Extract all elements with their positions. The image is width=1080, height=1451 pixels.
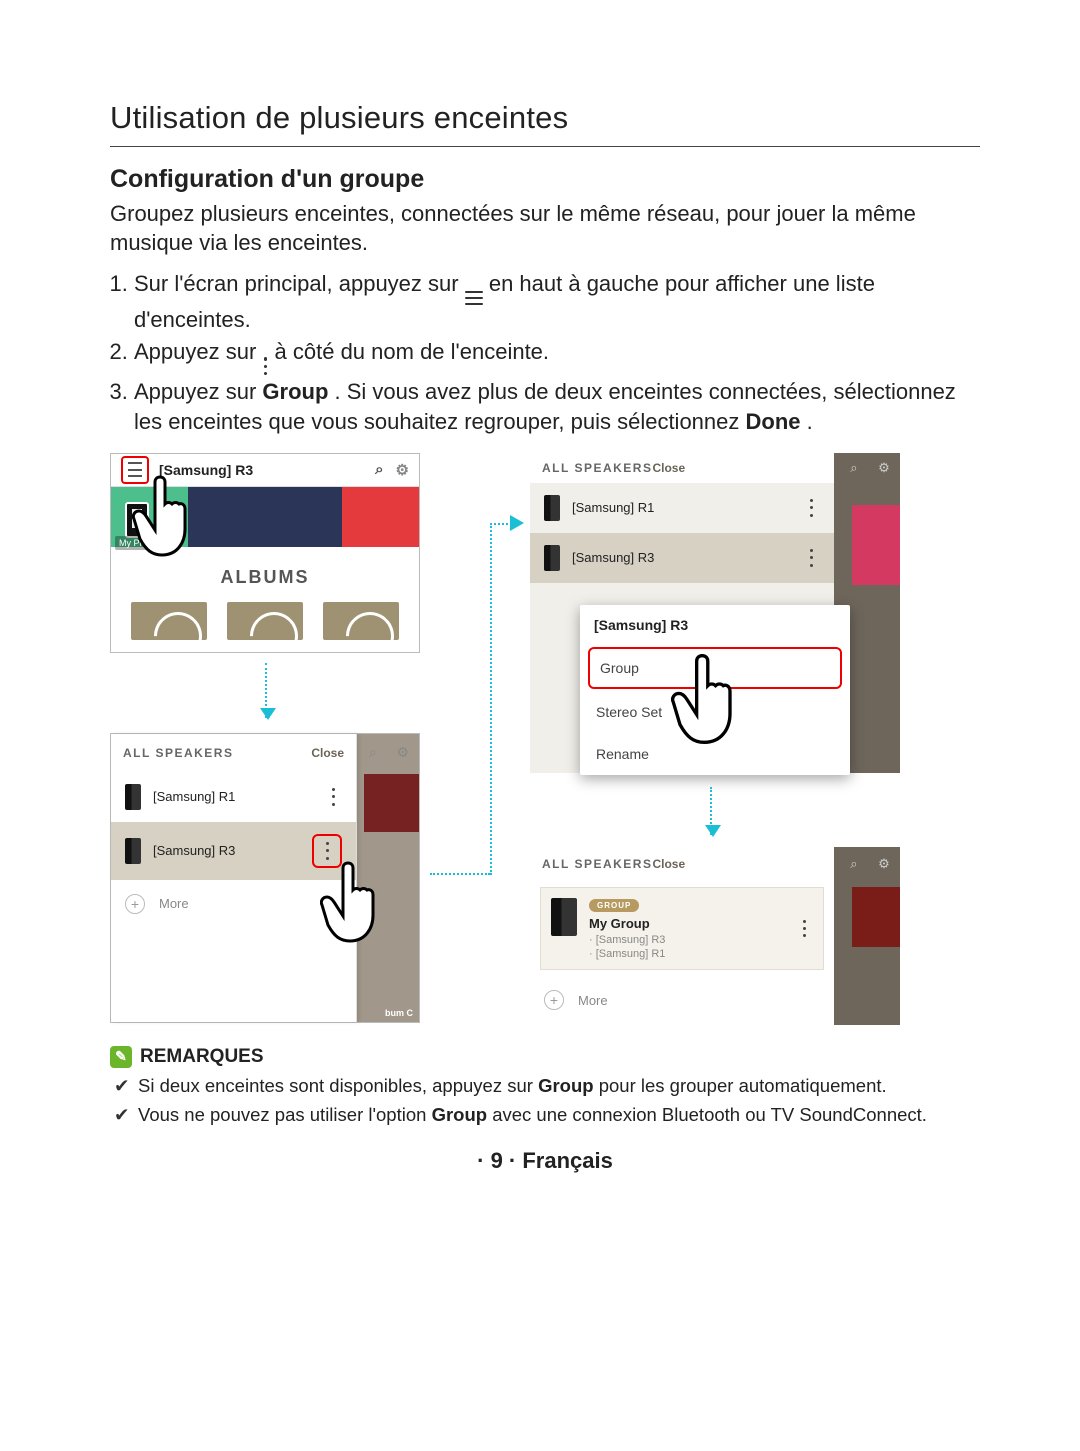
album-thumbnail[interactable] [227,602,303,640]
remark-2-bold: Group [432,1104,488,1125]
panel-speaker-list: ⌕ ⚙ bum C ALL SPEAKERS Close [Samsung] R… [110,733,420,1023]
popup-option-stereo[interactable]: Stereo Set [580,691,850,733]
arrow-connector [490,523,512,525]
speaker-name: [Samsung] R1 [572,500,790,515]
remark-2-a: Vous ne pouvez pas utiliser l'option [138,1104,432,1125]
close-link[interactable]: Close [311,746,344,760]
arrow-connector [490,523,492,875]
remark-2: Vous ne pouvez pas utiliser l'option Gro… [138,1103,980,1128]
panel-b-header: ALL SPEAKERS [123,746,233,760]
close-link[interactable]: Close [652,461,685,475]
hamburger-button[interactable] [121,456,149,484]
gear-icon[interactable]: ⚙ [397,744,410,761]
group-sub-1: · [Samsung] R3 [589,933,783,947]
arrow-down-icon [710,787,712,835]
speaker-row-r1[interactable]: [Samsung] R1 [530,483,834,533]
note-icon: ✎ [110,1046,132,1068]
group-badge: GROUP [589,899,639,912]
album-bg-label: bum C [385,1008,413,1018]
plus-icon: + [125,894,145,914]
group-title: My Group [589,916,783,931]
popup-option-rename[interactable]: Rename [580,733,850,775]
kebab-button[interactable] [795,918,813,940]
popup-option-group[interactable]: Group [588,647,842,689]
remarks-section: ✎ REMARQUES Si deux enceintes sont dispo… [110,1046,980,1128]
arrow-connector [430,873,490,875]
speaker-name: [Samsung] R1 [153,789,312,804]
arrow-right-icon [510,515,524,531]
kebab-button-highlight[interactable] [312,834,342,868]
page-title: Utilisation de plusieurs enceintes [110,100,980,136]
step-3-group: Group [262,379,328,404]
intro-text: Groupez plusieurs enceintes, connectées … [110,200,980,257]
popup-title: [Samsung] R3 [580,605,850,645]
figure: [Samsung] R3 ⌕ ⚙ My Phone ALBUMS ⌕ [110,453,980,1028]
speaker-icon [544,545,560,571]
kebab-icon [262,357,268,375]
panel-d-header: ALL SPEAKERS [542,857,652,871]
page-footer: · 9 · Français [110,1148,980,1174]
remark-1: Si deux enceintes sont disponibles, appu… [138,1074,980,1099]
speaker-icon [544,495,560,521]
arrow-down-icon [265,663,267,718]
panel-c-header: ALL SPEAKERS [542,461,652,475]
more-label: More [578,993,608,1008]
phone-icon [125,502,149,538]
remark-2-b: avec une connexion Bluetooth ou TV Sound… [492,1104,927,1125]
search-icon[interactable]: ⌕ [375,461,383,478]
speaker-row-r3[interactable]: [Samsung] R3 [111,822,356,880]
group-card[interactable]: GROUP My Group · [Samsung] R3 · [Samsung… [540,887,824,971]
speaker-icon [551,898,577,936]
group-sub-2: · [Samsung] R1 [589,947,783,961]
remark-1-b: pour les grouper automatiquement. [599,1075,887,1096]
more-row[interactable]: + More [530,976,834,1024]
close-link[interactable]: Close [652,857,685,871]
album-thumbnail[interactable] [131,602,207,640]
remarks-title: REMARQUES [140,1046,264,1068]
step-2-text-b: à côté du nom de l'enceinte. [275,339,550,364]
more-label: More [159,896,189,911]
step-1: Sur l'écran principal, appuyez sur en ha… [134,269,980,335]
speaker-icon [125,838,141,864]
gear-icon[interactable]: ⚙ [396,461,409,479]
panel-a-device: [Samsung] R3 [159,462,253,478]
remark-1-a: Si deux enceintes sont disponibles, appu… [138,1075,538,1096]
kebab-button[interactable] [802,547,820,569]
step-2-text-a: Appuyez sur [134,339,262,364]
step-3-text-c: . [807,409,813,434]
step-1-text-a: Sur l'écran principal, appuyez sur [134,271,465,296]
albums-label: ALBUMS [111,547,419,602]
step-3: Appuyez sur Group . Si vous avez plus de… [134,377,980,436]
speaker-name: [Samsung] R3 [572,550,790,565]
speaker-name: [Samsung] R3 [153,843,300,858]
kebab-button[interactable] [324,786,342,808]
panel-main-screen: [Samsung] R3 ⌕ ⚙ My Phone ALBUMS [110,453,420,653]
kebab-button[interactable] [802,497,820,519]
panel-group-result: ⌕ ⚙ ALL SPEAKERS Close GROUP My Group · … [530,847,900,1025]
panel-a-header: [Samsung] R3 ⌕ ⚙ [111,454,419,487]
steps-list: Sur l'écran principal, appuyez sur en ha… [110,269,980,437]
section-heading: Configuration d'un groupe [110,165,980,194]
context-popup: [Samsung] R3 Group Stereo Set Rename [580,605,850,775]
search-icon[interactable]: ⌕ [369,744,377,761]
album-thumbnail[interactable] [323,602,399,640]
step-3-done: Done [746,409,801,434]
step-3-text-a: Appuyez sur [134,379,262,404]
phone-label: My Phone [115,536,164,550]
speaker-row-r1[interactable]: [Samsung] R1 [111,772,356,822]
speaker-row-r3[interactable]: [Samsung] R3 [530,533,834,583]
remark-1-bold: Group [538,1075,594,1096]
hamburger-icon [465,291,483,305]
more-row[interactable]: + More [111,880,356,928]
step-2: Appuyez sur à côté du nom de l'enceinte. [134,337,980,376]
title-rule [110,146,980,147]
plus-icon: + [544,990,564,1010]
gear-icon[interactable]: ⚙ [878,856,890,872]
search-icon[interactable]: ⌕ [850,460,857,476]
search-icon[interactable]: ⌕ [850,856,857,872]
speaker-icon [125,784,141,810]
panel-context-menu: ⌕ ⚙ ALL SPEAKERS Close [Samsung] R1 [Sam… [530,453,900,773]
gear-icon[interactable]: ⚙ [878,460,890,476]
